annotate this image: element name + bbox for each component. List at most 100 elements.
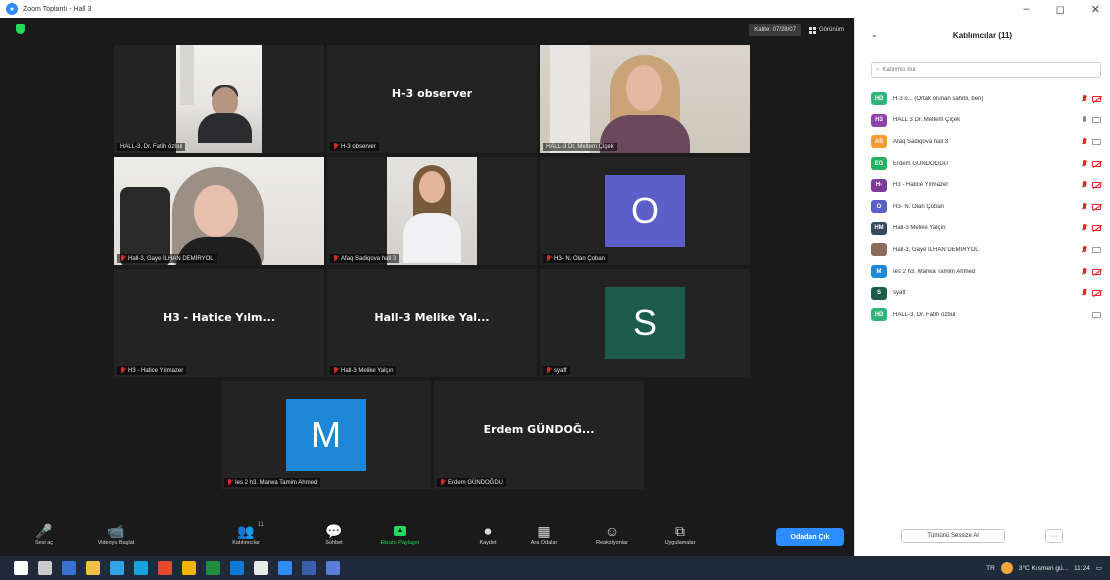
participant-search-input[interactable] bbox=[882, 67, 1083, 73]
taskbar-app-icon[interactable] bbox=[110, 561, 124, 575]
toolbar-button-sesi-aç[interactable]: 🎤 Sesi aç bbox=[14, 522, 74, 554]
participants-panel: ⌄ Katılımcılar (11) ⌕ HD H-3 o... (Ortak … bbox=[854, 18, 1110, 556]
participant-display-name: Hall-3 Melike Yal... bbox=[374, 311, 490, 324]
quality-badge[interactable]: Kalite: 07/28/07 bbox=[749, 24, 801, 36]
participant-name: HALL-3, Dr. Fatih özbul bbox=[120, 144, 183, 150]
participant-row[interactable]: O H3- N. Olan Çoban bbox=[871, 196, 1105, 218]
participant-avatar: M bbox=[871, 265, 887, 279]
meeting-gallery: Kalite: 07/28/07 Görünüm HALL-3, Dr. Fat… bbox=[0, 18, 854, 520]
mic-muted-icon bbox=[120, 255, 126, 262]
participant-avatar: S bbox=[871, 286, 887, 300]
participant-row[interactable]: M Ies 2 h3. Marwa Tamim Ahmed bbox=[871, 261, 1105, 283]
participant-name-label: HALL-3 Dr. Meltem Çiçek bbox=[543, 143, 617, 151]
participant-row[interactable]: HD HALL-3, Dr. Fatih özbul bbox=[871, 304, 1105, 326]
participant-avatar bbox=[871, 243, 887, 257]
toolbar-button-label: Sesi aç bbox=[34, 540, 54, 546]
toolbar-icon: ☺ bbox=[604, 523, 620, 539]
taskbar-app-icon[interactable] bbox=[206, 561, 220, 575]
toolbar-icon: 📹 bbox=[107, 522, 125, 539]
participant-row[interactable]: AS Afaq Sadiqova hall 3 bbox=[871, 131, 1105, 153]
participant-status-icons bbox=[1081, 137, 1101, 146]
maximize-button[interactable]: ◻ bbox=[1056, 3, 1065, 16]
more-options-button[interactable]: ··· bbox=[1045, 529, 1063, 543]
minimize-button[interactable]: – bbox=[1024, 3, 1030, 15]
participant-avatar: H3 bbox=[871, 113, 887, 127]
participant-video-tile[interactable]: Ssyaff bbox=[540, 269, 750, 377]
participant-status-icons bbox=[1081, 267, 1101, 276]
camera-icon bbox=[1092, 117, 1101, 124]
participant-row[interactable]: Ssyaff bbox=[871, 282, 1105, 304]
toolbar-button-label: Reaksiyonlar bbox=[596, 540, 628, 546]
participant-avatar: M bbox=[286, 399, 366, 471]
window-controls: – ◻ ✕ bbox=[1024, 0, 1100, 18]
security-shield-icon[interactable] bbox=[16, 24, 25, 34]
close-button[interactable]: ✕ bbox=[1091, 3, 1100, 16]
share-screen-icon bbox=[394, 522, 406, 540]
toolbar-button-ekranı-paylaşın[interactable]: Ekranı Paylaşın bbox=[370, 522, 430, 554]
leave-button[interactable]: Odadan Çık bbox=[776, 528, 844, 546]
participant-name-label: Hall-3 Melike Yalçın bbox=[330, 366, 397, 375]
mic-muted-icon bbox=[1081, 245, 1087, 254]
participant-status-icons bbox=[1081, 202, 1101, 211]
participant-row[interactable]: EG Erdem GÜNDOĞDU bbox=[871, 153, 1105, 175]
toolbar-button-reaksiyonlar[interactable]: ☺ Reaksiyonlar bbox=[582, 522, 642, 554]
participant-video-tile[interactable]: Afaq Sadiqova hall 3 bbox=[327, 157, 537, 265]
panel-header: ⌄ Katılımcılar (11) bbox=[855, 18, 1110, 52]
taskbar-app-icon[interactable] bbox=[182, 561, 196, 575]
participant-video bbox=[540, 45, 750, 153]
clock[interactable]: 11:24 bbox=[1074, 565, 1090, 572]
taskbar-app-icon[interactable] bbox=[38, 561, 52, 575]
windows-start-icon[interactable] bbox=[14, 561, 28, 575]
participant-row[interactable]: H- H3 - Hatice Yılmazer bbox=[871, 174, 1105, 196]
participant-video-tile[interactable]: Erdem GÜNDOĞ... Erdem GÜNDOĞDU bbox=[434, 381, 644, 489]
chevron-down-icon[interactable]: ⌄ bbox=[871, 30, 878, 39]
toolbar-icon: 🎤 bbox=[35, 522, 53, 539]
participant-row[interactable]: HM Hall-3 Melike Yalçın bbox=[871, 218, 1105, 240]
participant-name: Afaq Sadiqova hall 3 bbox=[341, 255, 397, 262]
panel-title: Katılımcılar (11) bbox=[952, 30, 1013, 40]
view-button[interactable]: Görünüm bbox=[808, 26, 844, 34]
participant-count: 11 bbox=[257, 522, 264, 528]
taskbar-app-icon[interactable] bbox=[326, 561, 340, 575]
taskbar-app-icon[interactable] bbox=[134, 561, 148, 575]
taskbar-app-icon[interactable] bbox=[158, 561, 172, 575]
mute-all-button[interactable]: Tümünü Sessize Al bbox=[901, 529, 1005, 543]
language-indicator[interactable]: TR bbox=[986, 565, 995, 572]
participant-name: Erdem GÜNDOĞDU bbox=[448, 479, 504, 486]
taskbar-app-icon[interactable] bbox=[62, 561, 76, 575]
toolbar-button-kaydet[interactable]: ⏺ Kaydet bbox=[458, 522, 518, 554]
taskbar-app-icon[interactable] bbox=[254, 561, 268, 575]
participant-video-tile[interactable]: O H3- N. Olan Çoban bbox=[540, 157, 750, 265]
participant-display-name: H3 - Hatice Yılm... bbox=[162, 311, 276, 324]
mic-muted-icon bbox=[120, 367, 126, 374]
participant-name: syaff bbox=[554, 367, 567, 374]
notification-icon[interactable]: ▭ bbox=[1096, 564, 1102, 572]
participant-video-tile[interactable]: HALL-3, Dr. Fatih özbul bbox=[114, 45, 324, 153]
participant-video-tile[interactable]: H-3 observer H-3 observer bbox=[327, 45, 537, 153]
camera-off-icon bbox=[1092, 225, 1101, 232]
participant-search[interactable]: ⌕ bbox=[871, 62, 1101, 78]
participant-row[interactable]: Hall-3, Gaye İLHAN DEMİRYOL bbox=[871, 239, 1105, 261]
taskbar-app-icon[interactable] bbox=[230, 561, 244, 575]
participant-status-icons bbox=[1081, 181, 1101, 189]
participant-video-tile[interactable]: HALL-3 Dr. Meltem Çiçek bbox=[540, 45, 750, 153]
weather-text[interactable]: 3°C Kısmen gü... bbox=[1019, 565, 1068, 572]
toolbar-button-ara-odalar[interactable]: ▦ Ara Odalar bbox=[514, 522, 574, 554]
participant-video-tile[interactable]: Hall-3, Gaye İLHAN DEMİRYOL bbox=[114, 157, 324, 265]
camera-off-icon bbox=[1092, 182, 1101, 189]
participant-video-tile[interactable]: Hall-3 Melike Yal... Hall-3 Melike Yalçın bbox=[327, 269, 537, 377]
participant-name: H3 - Hatice Yılmazer bbox=[893, 182, 949, 189]
participant-row[interactable]: HD H-3 o... (Ortak olunan sahibi, ben) bbox=[871, 88, 1105, 110]
participant-video-tile[interactable]: M Ies 2 h3. Marwa Tamim Ahmed bbox=[221, 381, 431, 489]
toolbar-button-sohbet[interactable]: 💬 Sohbet bbox=[304, 522, 364, 554]
participant-name: Ies 2 h3. Marwa Tamim Ahmed bbox=[235, 479, 318, 486]
toolbar-button-videoyu-başlat[interactable]: 📹 Videoyu Başlat bbox=[86, 522, 146, 554]
participant-row[interactable]: H3 HALL 3 Dr. Meltem Çiçek bbox=[871, 110, 1105, 132]
participant-video-tile[interactable]: H3 - Hatice Yılm... H3 - Hatice Yılmazer bbox=[114, 269, 324, 377]
taskbar-apps bbox=[0, 561, 340, 575]
taskbar-app-icon[interactable] bbox=[86, 561, 100, 575]
taskbar-app-icon[interactable] bbox=[302, 561, 316, 575]
taskbar-app-icon[interactable] bbox=[278, 561, 292, 575]
toolbar-button-katılımcılar[interactable]: 👥 11 Katılımcılar bbox=[216, 522, 276, 554]
toolbar-button-uygulamalar[interactable]: ⧉ Uygulamalar bbox=[650, 522, 710, 554]
